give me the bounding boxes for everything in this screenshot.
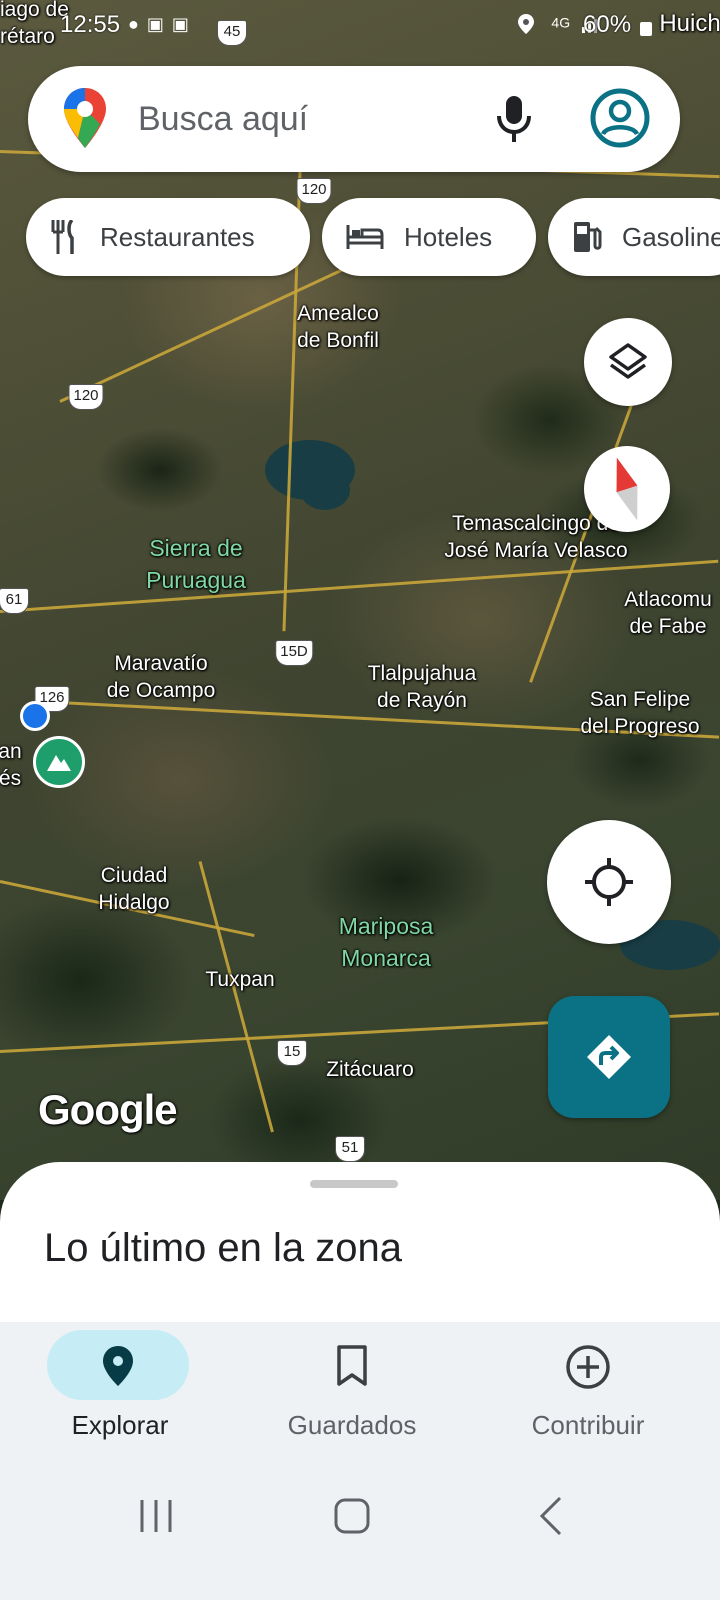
gas-station-icon bbox=[574, 222, 602, 252]
map-label-atlacomulco: Atlacomu de Fabe bbox=[624, 588, 712, 638]
map-label-amealco: Amealco de Bonfil bbox=[297, 302, 379, 352]
map-label-san-felipe: San Felipe del Progreso bbox=[580, 688, 700, 738]
add-circle-icon bbox=[566, 1345, 610, 1389]
explore-pin-icon bbox=[103, 1346, 133, 1386]
map-label-sierra-de-puruagua: Sierra de Puruagua bbox=[146, 535, 246, 593]
search-box[interactable]: Busca aquí bbox=[28, 66, 680, 172]
google-maps-logo-icon bbox=[64, 88, 106, 148]
recent-apps-icon[interactable] bbox=[138, 1498, 174, 1534]
directions-button[interactable] bbox=[548, 996, 670, 1118]
directions-icon bbox=[587, 1035, 631, 1079]
compass-icon bbox=[616, 457, 638, 521]
calendar-icon: ▣ bbox=[171, 14, 197, 34]
nav-explore[interactable]: Explorar bbox=[0, 1322, 240, 1464]
layers-button[interactable] bbox=[584, 318, 672, 406]
restaurant-icon bbox=[51, 220, 74, 254]
back-icon[interactable] bbox=[538, 1496, 564, 1536]
map-label-edge: an és bbox=[0, 740, 22, 790]
road bbox=[0, 559, 719, 613]
map-label-tlalpujahua: Tlalpujahua de Rayón bbox=[367, 662, 477, 712]
map-label-ciudad-hidalgo: Ciudad Hidalgo bbox=[98, 864, 170, 914]
road bbox=[198, 861, 274, 1133]
battery-percent: 60% bbox=[583, 11, 632, 38]
chip-gas-stations[interactable]: Gasolineras bbox=[548, 198, 720, 276]
chip-label: Hoteles bbox=[404, 221, 493, 252]
system-navigation-bar bbox=[0, 1464, 720, 1600]
bookmark-icon bbox=[337, 1345, 367, 1386]
crosshair-icon bbox=[585, 858, 633, 906]
compass-button[interactable] bbox=[584, 446, 670, 532]
chip-restaurants[interactable]: Restaurantes bbox=[26, 198, 310, 276]
account-icon[interactable] bbox=[590, 88, 650, 148]
chip-label: Gasolineras bbox=[622, 221, 720, 252]
highway-shield: 15D bbox=[275, 640, 313, 666]
highway-shield: 61 bbox=[0, 588, 29, 614]
nav-contribute[interactable]: Contribuir bbox=[468, 1322, 708, 1464]
chat-icon: ● bbox=[128, 14, 147, 34]
home-icon[interactable] bbox=[334, 1498, 370, 1534]
nav-label: Contribuir bbox=[531, 1410, 645, 1440]
chip-label: Restaurantes bbox=[100, 221, 255, 252]
map-label-tuxpan: Tuxpan bbox=[205, 968, 275, 991]
highway-shield: 120 bbox=[296, 178, 332, 204]
calendar-icon: ▣ bbox=[146, 14, 172, 34]
layers-icon bbox=[609, 343, 647, 379]
status-bar: 12:55 ●▣▣ 4G 60% bbox=[0, 0, 720, 52]
search-input[interactable]: Busca aquí bbox=[138, 100, 308, 139]
network-type: 4G bbox=[551, 14, 571, 31]
highway-shield: 15 bbox=[277, 1040, 307, 1066]
hotel-icon bbox=[346, 225, 384, 249]
notification-icons: ●▣▣ bbox=[128, 14, 197, 35]
bottom-navigation: Explorar Guardados Contribuir bbox=[0, 1322, 720, 1464]
lake bbox=[300, 470, 350, 510]
my-location-button[interactable] bbox=[547, 820, 671, 944]
google-watermark: Google bbox=[38, 1086, 178, 1133]
status-time: 12:55 bbox=[60, 11, 121, 38]
map-label-mariposa-monarca: Mariposa Monarca bbox=[338, 913, 434, 971]
highway-shield: 51 bbox=[335, 1136, 365, 1162]
microphone-icon[interactable] bbox=[494, 94, 534, 144]
highway-shield: 120 bbox=[68, 384, 104, 410]
current-location-dot[interactable] bbox=[20, 701, 50, 731]
bottom-sheet[interactable]: Lo último en la zona bbox=[0, 1162, 720, 1332]
nav-saved[interactable]: Guardados bbox=[232, 1322, 472, 1464]
sheet-title: Lo último en la zona bbox=[44, 1226, 403, 1270]
location-status-icon bbox=[517, 14, 534, 34]
nav-label: Explorar bbox=[71, 1410, 169, 1440]
battery-icon bbox=[640, 22, 652, 36]
map-label-zitacuaro: Zitácuaro bbox=[326, 1058, 414, 1081]
mountain-pin-icon[interactable] bbox=[33, 736, 85, 788]
sheet-drag-handle[interactable] bbox=[310, 1180, 398, 1188]
map-label-maravatio: Maravatío de Ocampo bbox=[106, 652, 216, 702]
chip-hotels[interactable]: Hoteles bbox=[322, 198, 536, 276]
nav-label: Guardados bbox=[287, 1410, 417, 1440]
